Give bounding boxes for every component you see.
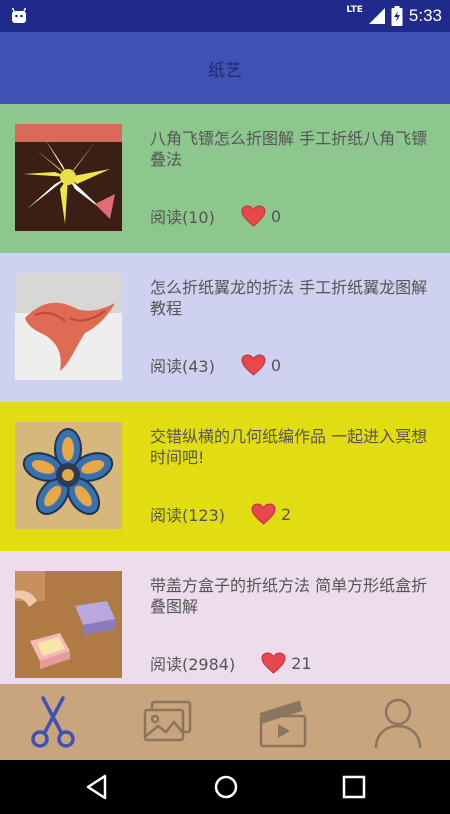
- article-title: 怎么折纸翼龙的折法 手工折纸翼龙图解教程: [150, 278, 428, 318]
- page-title: 纸艺: [208, 60, 242, 81]
- read-count: 阅读(10): [150, 208, 215, 227]
- article-thumbnail: [15, 273, 122, 380]
- article-title: 八角飞镖怎么折图解 手工折纸八角飞镖叠法: [150, 129, 428, 169]
- read-count: 阅读(2984): [150, 655, 236, 674]
- system-nav-bar: [0, 760, 450, 814]
- back-icon[interactable]: [83, 772, 113, 802]
- battery-charging-icon: [391, 6, 403, 26]
- article-thumbnail: [15, 422, 122, 529]
- heart-icon[interactable]: [261, 652, 286, 674]
- article-meta: 阅读(10) 0: [150, 204, 281, 228]
- article-title: 交错纵横的几何纸编作品 一起进入冥想时间吧!: [150, 427, 428, 467]
- profile-icon: [374, 698, 422, 749]
- origami-dragon-image: [15, 273, 122, 380]
- bottom-tab-bar: [0, 684, 450, 760]
- origami-star-image: [15, 124, 122, 231]
- network-type: LTE: [346, 5, 363, 15]
- article-list[interactable]: 八角飞镖怎么折图解 手工折纸八角飞镖叠法 阅读(10) 0 怎么折纸翼龙的折法 …: [0, 104, 450, 684]
- like-count: 21: [291, 653, 312, 673]
- scissors-icon: [31, 696, 75, 748]
- tab-gallery[interactable]: [138, 692, 198, 752]
- origami-box-image: [15, 571, 122, 678]
- tab-profile[interactable]: [368, 692, 428, 752]
- video-icon: [259, 700, 307, 748]
- like-count: 0: [270, 206, 282, 226]
- app-bar: 纸艺: [0, 32, 450, 104]
- article-title: 带盖方盒子的折纸方法 简单方形纸盒折叠图解: [150, 576, 428, 616]
- list-item[interactable]: 带盖方盒子的折纸方法 简单方形纸盒折叠图解 阅读(2984) 21: [0, 551, 450, 684]
- heart-icon[interactable]: [251, 503, 276, 525]
- paper-weave-flower-image: [15, 422, 122, 529]
- signal-icon: [368, 8, 385, 24]
- tab-crafts[interactable]: [23, 692, 83, 752]
- article-thumbnail: [15, 571, 122, 678]
- home-icon[interactable]: [211, 772, 241, 802]
- recents-icon[interactable]: [339, 772, 369, 802]
- tab-video[interactable]: [253, 692, 313, 752]
- read-count: 阅读(43): [150, 357, 215, 376]
- like-count: 0: [270, 355, 282, 375]
- article-meta: 阅读(123) 2: [150, 502, 291, 526]
- article-meta: 阅读(2984) 21: [150, 651, 312, 675]
- list-item[interactable]: 八角飞镖怎么折图解 手工折纸八角飞镖叠法 阅读(10) 0: [0, 104, 450, 253]
- like-count: 2: [281, 504, 292, 524]
- list-item[interactable]: 交错纵横的几何纸编作品 一起进入冥想时间吧! 阅读(123) 2: [0, 402, 450, 551]
- list-item[interactable]: 怎么折纸翼龙的折法 手工折纸翼龙图解教程 阅读(43) 0: [0, 253, 450, 402]
- status-bar: LTE 5:33: [0, 0, 450, 32]
- heart-icon[interactable]: [241, 354, 266, 376]
- heart-icon[interactable]: [241, 205, 266, 227]
- clock: 5:33: [408, 6, 442, 25]
- read-count: 阅读(123): [150, 506, 226, 525]
- article-meta: 阅读(43) 0: [150, 353, 281, 377]
- android-debug-icon: [11, 7, 27, 23]
- article-thumbnail: [15, 124, 122, 231]
- gallery-icon: [143, 700, 192, 742]
